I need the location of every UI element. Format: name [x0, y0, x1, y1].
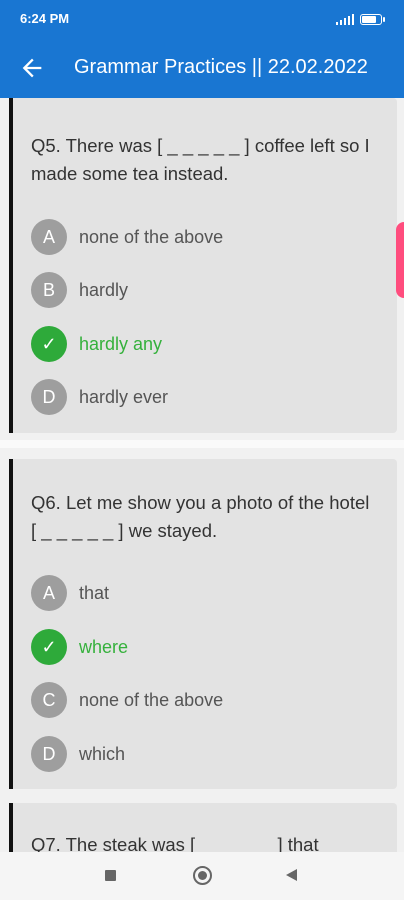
option-a[interactable]: A that	[31, 575, 109, 611]
status-time: 6:24 PM	[20, 11, 70, 26]
status-icons	[336, 13, 385, 25]
checkmark-icon: ✓	[31, 629, 67, 665]
question-text: Q6. Let me show you a photo of the hotel…	[31, 492, 370, 541]
question-card-q5: Q5. There was [ _ _ _ _ _ ] coffee left …	[9, 98, 397, 433]
option-label: none of the above	[79, 226, 224, 247]
option-b-correct[interactable]: ✓ where	[31, 629, 128, 665]
option-c-correct[interactable]: ✓ hardly any	[31, 326, 162, 362]
option-d[interactable]: D which	[31, 736, 125, 772]
page-title: Grammar Practices || 22.02.2022	[74, 56, 368, 78]
option-badge: D	[31, 736, 67, 772]
system-nav-bar	[0, 852, 404, 900]
option-label: that	[79, 582, 110, 603]
option-label: hardly any	[79, 333, 163, 354]
question-card-q6: Q6. Let me show you a photo of the hotel…	[9, 459, 397, 789]
option-a[interactable]: A none of the above	[31, 219, 223, 255]
side-drawer-handle[interactable]	[396, 222, 404, 298]
app-bar: Grammar Practices || 22.02.2022	[0, 40, 404, 98]
option-label: hardly	[79, 279, 129, 300]
option-badge: A	[31, 575, 67, 611]
option-b[interactable]: B hardly	[31, 272, 128, 308]
option-label: hardly ever	[79, 386, 169, 407]
home-icon[interactable]	[193, 866, 212, 885]
option-d[interactable]: D hardly ever	[31, 379, 168, 415]
question-text: Q5. There was [ _ _ _ _ _ ] coffee left …	[31, 135, 370, 184]
option-label: none of the above	[79, 689, 224, 710]
option-label: where	[79, 636, 129, 657]
divider	[0, 440, 404, 448]
back-triangle-icon[interactable]	[286, 869, 297, 881]
option-c[interactable]: C none of the above	[31, 682, 223, 718]
arrow-left-icon[interactable]	[18, 54, 46, 82]
option-badge: A	[31, 219, 67, 255]
option-label: which	[79, 743, 126, 764]
option-badge: D	[31, 379, 67, 415]
recent-apps-icon[interactable]	[105, 870, 116, 881]
option-badge: B	[31, 272, 67, 308]
checkmark-icon: ✓	[31, 326, 67, 362]
battery-icon	[360, 14, 385, 25]
status-bar: 6:24 PM	[0, 0, 404, 40]
signal-icon	[336, 13, 354, 25]
option-badge: C	[31, 682, 67, 718]
